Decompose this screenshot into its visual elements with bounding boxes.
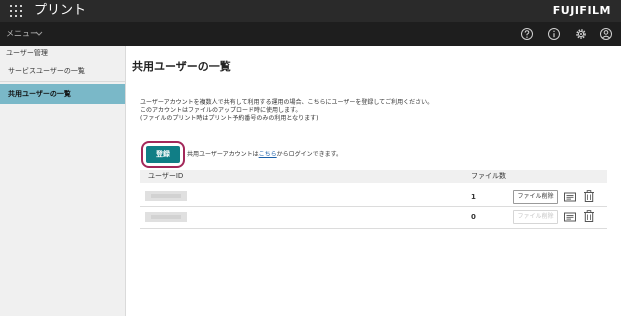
chevron-down-icon[interactable] bbox=[34, 28, 44, 40]
table-header bbox=[140, 170, 607, 183]
login-link[interactable]: こちら bbox=[259, 151, 277, 158]
brand-logo: FUJIFILM bbox=[552, 4, 611, 17]
register-button[interactable]: 登録 bbox=[146, 146, 180, 163]
file-count: 0 bbox=[471, 213, 476, 221]
card-icon[interactable] bbox=[563, 190, 577, 204]
delete-files-button[interactable]: ファイル削除 bbox=[513, 210, 558, 224]
column-header-file-count: ファイル数 bbox=[471, 172, 506, 180]
gear-icon[interactable] bbox=[574, 27, 588, 41]
sidebar: ユーザー管理 サービスユーザーの一覧 共用ユーザーの一覧 bbox=[0, 46, 126, 316]
account-icon[interactable] bbox=[599, 27, 613, 41]
row-divider bbox=[140, 206, 607, 207]
app-grid-icon[interactable] bbox=[10, 5, 22, 17]
row-divider bbox=[140, 228, 607, 229]
menu-bar: メニュー bbox=[0, 22, 621, 46]
trash-icon[interactable] bbox=[582, 209, 596, 223]
page-title: 共用ユーザーの一覧 bbox=[132, 60, 231, 73]
user-id-redacted bbox=[145, 191, 187, 201]
delete-files-button[interactable]: ファイル削除 bbox=[513, 190, 558, 204]
description-line: (ファイルのプリント時はプリント予約番号のみの利用となります) bbox=[140, 115, 319, 122]
description-line: このアカウントはファイルのアップロード時に使用します。 bbox=[140, 107, 302, 114]
sidebar-item-service-users[interactable]: サービスユーザーの一覧 bbox=[0, 60, 125, 82]
register-note-prefix: 共用ユーザーアカウントは bbox=[187, 151, 259, 158]
trash-icon[interactable] bbox=[582, 189, 596, 203]
column-header-user-id: ユーザーID bbox=[148, 172, 184, 180]
app-header: プリント FUJIFILM bbox=[0, 0, 621, 22]
file-count: 1 bbox=[471, 193, 476, 201]
card-icon[interactable] bbox=[563, 210, 577, 224]
register-note: 共用ユーザーアカウントはこちらからログインできます。 bbox=[187, 151, 342, 159]
sidebar-item-shared-users[interactable]: 共用ユーザーの一覧 bbox=[0, 84, 125, 104]
app-title: プリント bbox=[34, 3, 87, 18]
register-note-suffix: からログインできます。 bbox=[276, 151, 343, 158]
user-id-redacted bbox=[145, 212, 187, 222]
description-line: ユーザーアカウントを複数人で共有して利用する運用の場合、こちらにユーザーを登録し… bbox=[140, 99, 434, 106]
sidebar-section-user-management: ユーザー管理 bbox=[6, 49, 48, 57]
info-icon[interactable] bbox=[547, 27, 561, 41]
help-icon[interactable] bbox=[520, 27, 534, 41]
